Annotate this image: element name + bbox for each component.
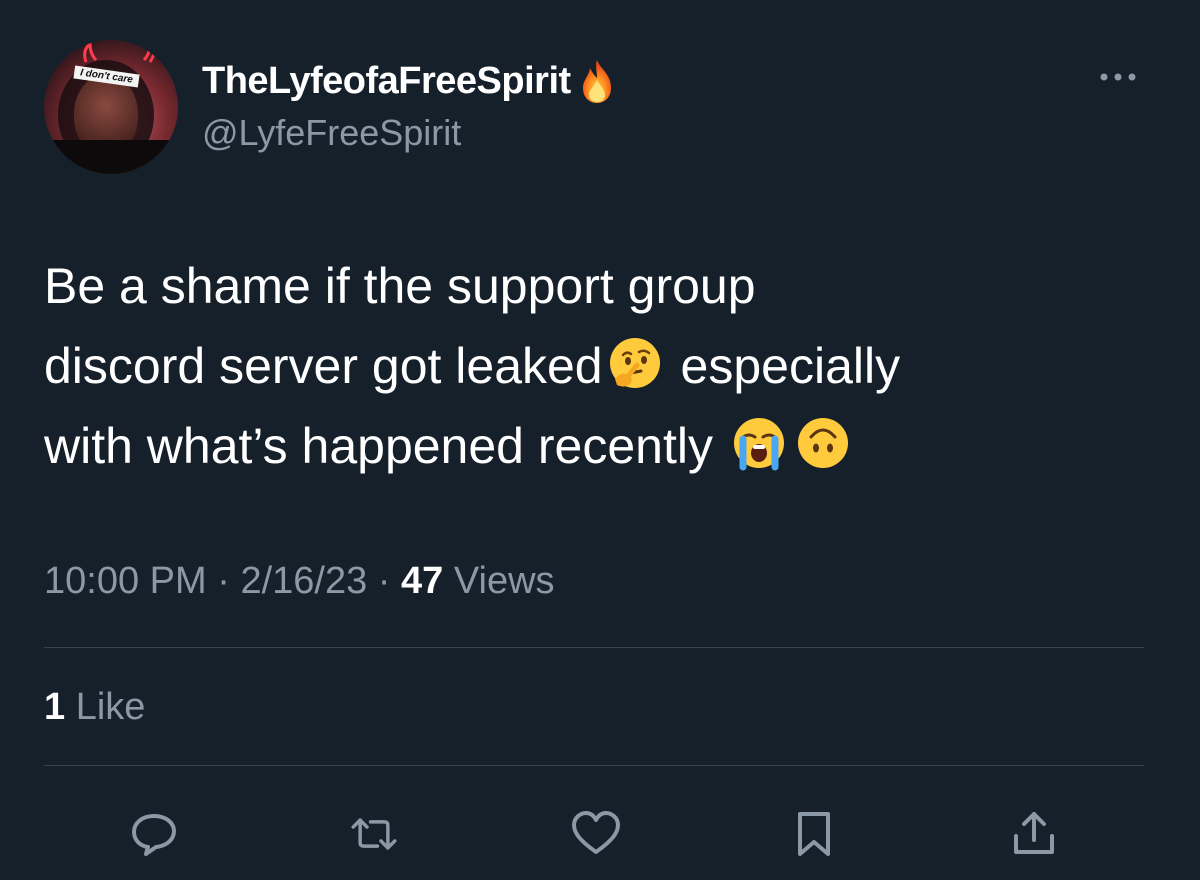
meta-separator: · [377,560,391,602]
heart-icon [572,811,620,854]
divider [44,765,1144,766]
tweet-line-3: with what’s happened recently [44,406,1154,486]
upside-down-face-icon [797,418,848,468]
user-handle[interactable]: @LyfeFreeSpirit [202,112,461,154]
divider [44,647,1144,648]
reply-icon [132,814,176,856]
fire-icon [582,60,611,103]
avatar[interactable]: I don't care [44,40,178,174]
retweet-button[interactable] [344,806,404,862]
tweet-time[interactable]: 10:00 PM [44,560,207,602]
avatar-shirt [44,140,178,174]
likes-count: 1 [44,686,66,728]
tweet-text: Be a shame if the support group discord … [44,246,1154,486]
tweet-line-1: Be a shame if the support group [44,258,756,314]
retweet-icon [351,818,397,850]
tweet-meta: 10:00 PM · 2/16/23 · 47 Views [44,560,555,603]
share-icon [1014,812,1054,854]
thinking-face-icon [609,338,660,388]
reply-button[interactable] [124,806,184,862]
display-name[interactable]: TheLyfeofaFreeSpirit [202,58,619,104]
like-button[interactable] [566,806,626,862]
loudly-crying-face-icon [733,418,784,471]
views-label[interactable]: Views [454,560,555,602]
share-button[interactable] [1004,806,1064,862]
likes-label: Like [75,686,146,728]
display-name-text: TheLyfeofaFreeSpirit [202,59,571,102]
meta-separator: · [217,560,230,602]
devil-horns-icon [83,42,156,63]
more-options-icon[interactable] [1096,62,1140,92]
likes-summary[interactable]: 1 Like [44,686,145,729]
views-count[interactable]: 47 [401,560,443,602]
bookmark-icon [798,812,830,856]
tweet-line-2: discord server got leaked especially [44,326,1154,406]
bookmark-button[interactable] [784,806,844,862]
tweet-date[interactable]: 2/16/23 [240,560,367,602]
